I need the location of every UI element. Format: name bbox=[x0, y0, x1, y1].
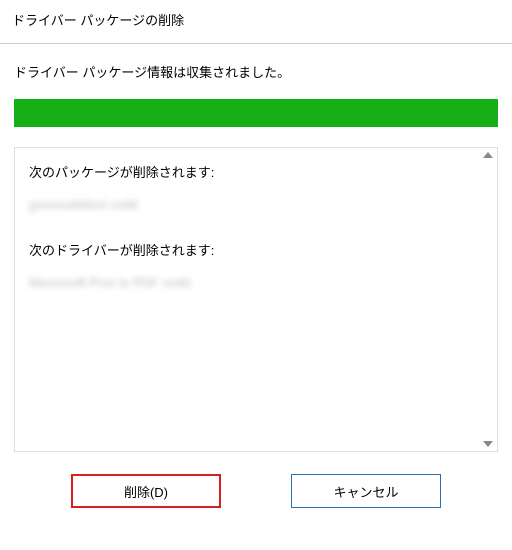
removal-list-panel: 次のパッケージが削除されます: gxxxxxdddxxl xxdd 次のドライバ… bbox=[14, 147, 498, 452]
packages-heading: 次のパッケージが削除されます: bbox=[29, 162, 465, 181]
scroll-down-icon[interactable] bbox=[483, 441, 493, 447]
button-row: 削除(D) キャンセル bbox=[14, 452, 498, 508]
scroll-up-icon[interactable] bbox=[483, 152, 493, 158]
drivers-heading: 次のドライバーが削除されます: bbox=[29, 240, 465, 259]
driver-item: Mxxxxxxft Prxx tx PDF xxdd bbox=[29, 275, 190, 290]
package-item: gxxxxxdddxxl xxdd bbox=[29, 197, 137, 212]
progress-bar bbox=[14, 99, 498, 127]
status-message: ドライバー パッケージ情報は収集されました。 bbox=[14, 62, 498, 81]
cancel-button[interactable]: キャンセル bbox=[291, 474, 441, 508]
delete-button[interactable]: 削除(D) bbox=[71, 474, 221, 508]
removal-list-content: 次のパッケージが削除されます: gxxxxxdddxxl xxdd 次のドライバ… bbox=[15, 148, 479, 451]
window-title: ドライバー パッケージの削除 bbox=[0, 0, 512, 44]
scrollbar[interactable] bbox=[479, 148, 497, 451]
dialog-body: ドライバー パッケージ情報は収集されました。 次のパッケージが削除されます: g… bbox=[0, 44, 512, 508]
